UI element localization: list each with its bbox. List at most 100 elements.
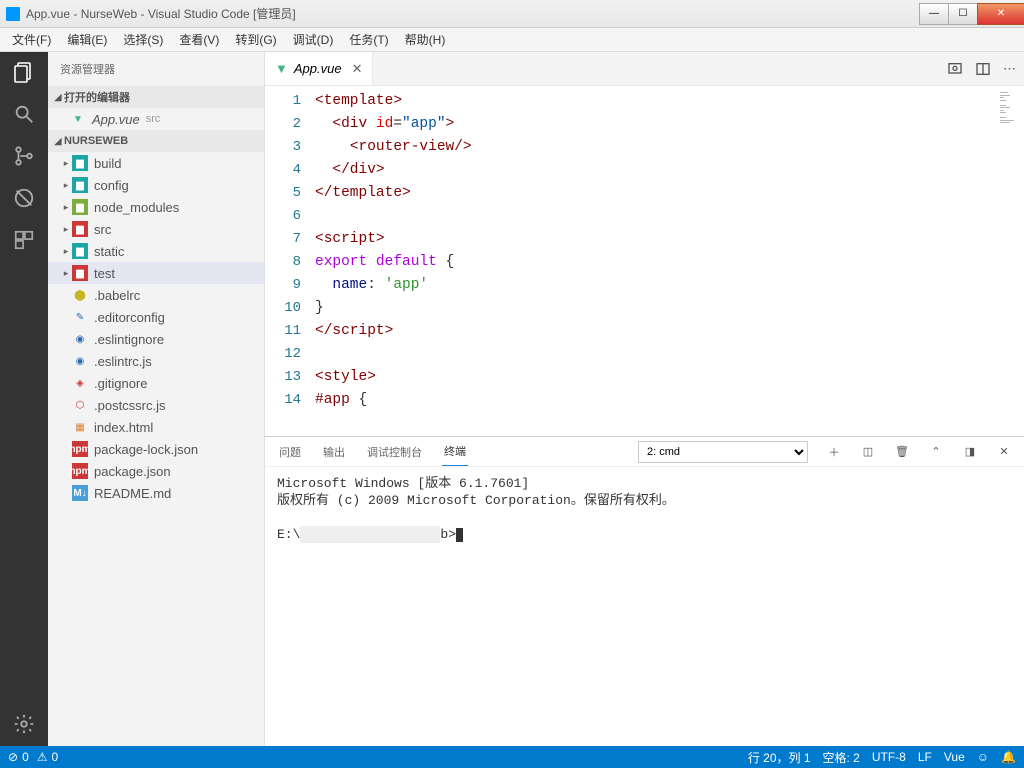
folder-src[interactable]: ▸▆src: [48, 218, 264, 240]
file-index.html[interactable]: ▦index.html: [48, 416, 264, 438]
file-tree: ▸▆build▸▆config▸▆node_modules▸▆src▸▆stat…: [48, 152, 264, 504]
file-label: package.json: [94, 464, 171, 479]
folder-test[interactable]: ▸▆test: [48, 262, 264, 284]
folder-label: node_modules: [94, 200, 179, 215]
statusbar: ⊘ 0 ⚠ 0 行 20，列 1 空格: 2 UTF-8 LF Vue ☺ 🔔: [0, 746, 1024, 768]
new-terminal-icon[interactable]: ＋: [826, 444, 842, 460]
panel-up-icon[interactable]: ⌃: [928, 445, 944, 458]
terminal-redacted: ████: [300, 526, 440, 543]
git-icon[interactable]: [12, 144, 36, 168]
file-icon: ▦: [72, 419, 88, 435]
maximize-button[interactable]: ☐: [948, 3, 978, 25]
file-icon: M↓: [72, 485, 88, 501]
file-.gitignore[interactable]: ◈ .gitignore: [48, 372, 264, 394]
close-panel-icon[interactable]: ✕: [996, 445, 1012, 458]
line-numbers: 1234567891011121314: [265, 86, 315, 436]
status-warnings[interactable]: ⚠ 0: [37, 750, 58, 764]
activity-bar: [0, 52, 48, 746]
preview-icon[interactable]: [947, 61, 963, 77]
status-encoding[interactable]: UTF-8: [872, 750, 906, 764]
status-feedback-icon[interactable]: ☺: [977, 750, 989, 764]
file-label: package-lock.json: [94, 442, 198, 457]
open-editor-item[interactable]: ▼ App.vue src: [48, 108, 264, 130]
file-.postcssrc.js[interactable]: ⬡.postcssrc.js: [48, 394, 264, 416]
minimize-button[interactable]: —: [919, 3, 949, 25]
file-label: .eslintignore: [94, 332, 164, 347]
tab-app-vue[interactable]: ▼ App.vue ✕: [265, 52, 373, 85]
editor-area: ▼ App.vue ✕ ⋯ 1234567891011121314 <templ…: [265, 52, 1024, 746]
folder-label: build: [94, 156, 121, 171]
menubar: 文件(F) 编辑(E) 选择(S) 查看(V) 转到(G) 调试(D) 任务(T…: [0, 28, 1024, 52]
file-label: README.md: [94, 486, 171, 501]
menu-go[interactable]: 转到(G): [227, 29, 284, 50]
folder-icon: ▆: [72, 221, 88, 237]
file-label: .gitignore: [94, 376, 147, 391]
folder-build[interactable]: ▸▆build: [48, 152, 264, 174]
close-button[interactable]: ✕: [977, 3, 1024, 25]
open-editor-name: App.vue: [92, 112, 140, 127]
menu-selection[interactable]: 选择(S): [115, 29, 171, 50]
panel-tab-output[interactable]: 输出: [321, 438, 347, 466]
extensions-icon[interactable]: [12, 228, 36, 252]
file-package-lock.json[interactable]: npmpackage-lock.json: [48, 438, 264, 460]
panel-tab-debug[interactable]: 调试控制台: [365, 438, 424, 466]
file-icon: ⬤: [72, 287, 88, 303]
status-bell-icon[interactable]: 🔔: [1001, 750, 1016, 764]
file-icon: ◈: [72, 375, 88, 391]
split-icon[interactable]: [975, 61, 991, 77]
maximize-panel-icon[interactable]: ◨: [962, 445, 978, 458]
open-editors-header[interactable]: ◢打开的编辑器: [48, 86, 264, 108]
panel-tab-problems[interactable]: 问题: [277, 438, 303, 466]
file-README.md[interactable]: M↓ README.md: [48, 482, 264, 504]
code-content[interactable]: <template> <div id="app"> <router-view/>…: [315, 86, 952, 436]
menu-tasks[interactable]: 任务(T): [341, 29, 396, 50]
tab-label: App.vue: [294, 61, 342, 76]
window-controls: — ☐ ✕: [919, 3, 1024, 25]
status-eol[interactable]: LF: [918, 750, 932, 764]
folder-icon: ▆: [72, 177, 88, 193]
editor-body[interactable]: 1234567891011121314 <template> <div id="…: [265, 86, 1024, 436]
folder-label: test: [94, 266, 115, 281]
vscode-icon: [6, 7, 20, 21]
more-icon[interactable]: ⋯: [1003, 61, 1016, 77]
panel-tab-terminal[interactable]: 终端: [442, 437, 468, 466]
kill-terminal-icon[interactable]: 🗑: [894, 445, 910, 458]
file-icon: ◉: [72, 331, 88, 347]
explorer-title: 资源管理器: [48, 52, 264, 86]
folder-label: src: [94, 222, 111, 237]
terminal-line: 版权所有 (c) 2009 Microsoft Corporation。保留所有…: [277, 493, 675, 508]
menu-help[interactable]: 帮助(H): [397, 29, 454, 50]
tab-close-icon[interactable]: ✕: [352, 61, 363, 77]
project-header[interactable]: ◢NURSEWEB: [48, 130, 264, 152]
folder-icon: ▆: [72, 265, 88, 281]
file-.babelrc[interactable]: ⬤.babelrc: [48, 284, 264, 306]
status-ln-col[interactable]: 行 20，列 1: [748, 749, 811, 766]
file-.eslintignore[interactable]: ◉ .eslintignore: [48, 328, 264, 350]
settings-icon[interactable]: [12, 712, 36, 736]
terminal-prompt-tail: b>: [440, 527, 456, 542]
menu-edit[interactable]: 编辑(E): [59, 29, 115, 50]
main-area: 资源管理器 ◢打开的编辑器 ▼ App.vue src ◢NURSEWEB ▸▆…: [0, 52, 1024, 746]
editor-tabs: ▼ App.vue ✕ ⋯: [265, 52, 1024, 86]
file-.editorconfig[interactable]: ✎.editorconfig: [48, 306, 264, 328]
debug-icon[interactable]: [12, 186, 36, 210]
menu-debug[interactable]: 调试(D): [285, 29, 342, 50]
folder-node_modules[interactable]: ▸▆node_modules: [48, 196, 264, 218]
terminal-line: Microsoft Windows [版本 6.1.7601]: [277, 476, 529, 491]
menu-file[interactable]: 文件(F): [4, 29, 59, 50]
folder-config[interactable]: ▸▆config: [48, 174, 264, 196]
status-errors[interactable]: ⊘ 0: [8, 750, 29, 764]
terminal[interactable]: Microsoft Windows [版本 6.1.7601] 版权所有 (c)…: [265, 467, 1024, 746]
file-package.json[interactable]: npmpackage.json: [48, 460, 264, 482]
terminal-select[interactable]: 2: cmd: [638, 441, 808, 463]
status-spaces[interactable]: 空格: 2: [823, 749, 860, 766]
minimap[interactable]: ▬▬▬▬▬▬▬▬▬▬▬▬▬▬▬▬▬▬▬▬▬▬▬▬▬▬▬▬▬▬▬▬▬▬▬▬▬▬▬▬…: [952, 86, 1024, 436]
menu-view[interactable]: 查看(V): [171, 29, 227, 50]
file-.eslintrc.js[interactable]: ◉.eslintrc.js: [48, 350, 264, 372]
explorer-icon[interactable]: [12, 60, 36, 84]
search-icon[interactable]: [12, 102, 36, 126]
split-terminal-icon[interactable]: ◫: [860, 445, 876, 458]
status-language[interactable]: Vue: [944, 750, 965, 764]
folder-static[interactable]: ▸▆static: [48, 240, 264, 262]
open-editors-label: 打开的编辑器: [64, 89, 130, 105]
